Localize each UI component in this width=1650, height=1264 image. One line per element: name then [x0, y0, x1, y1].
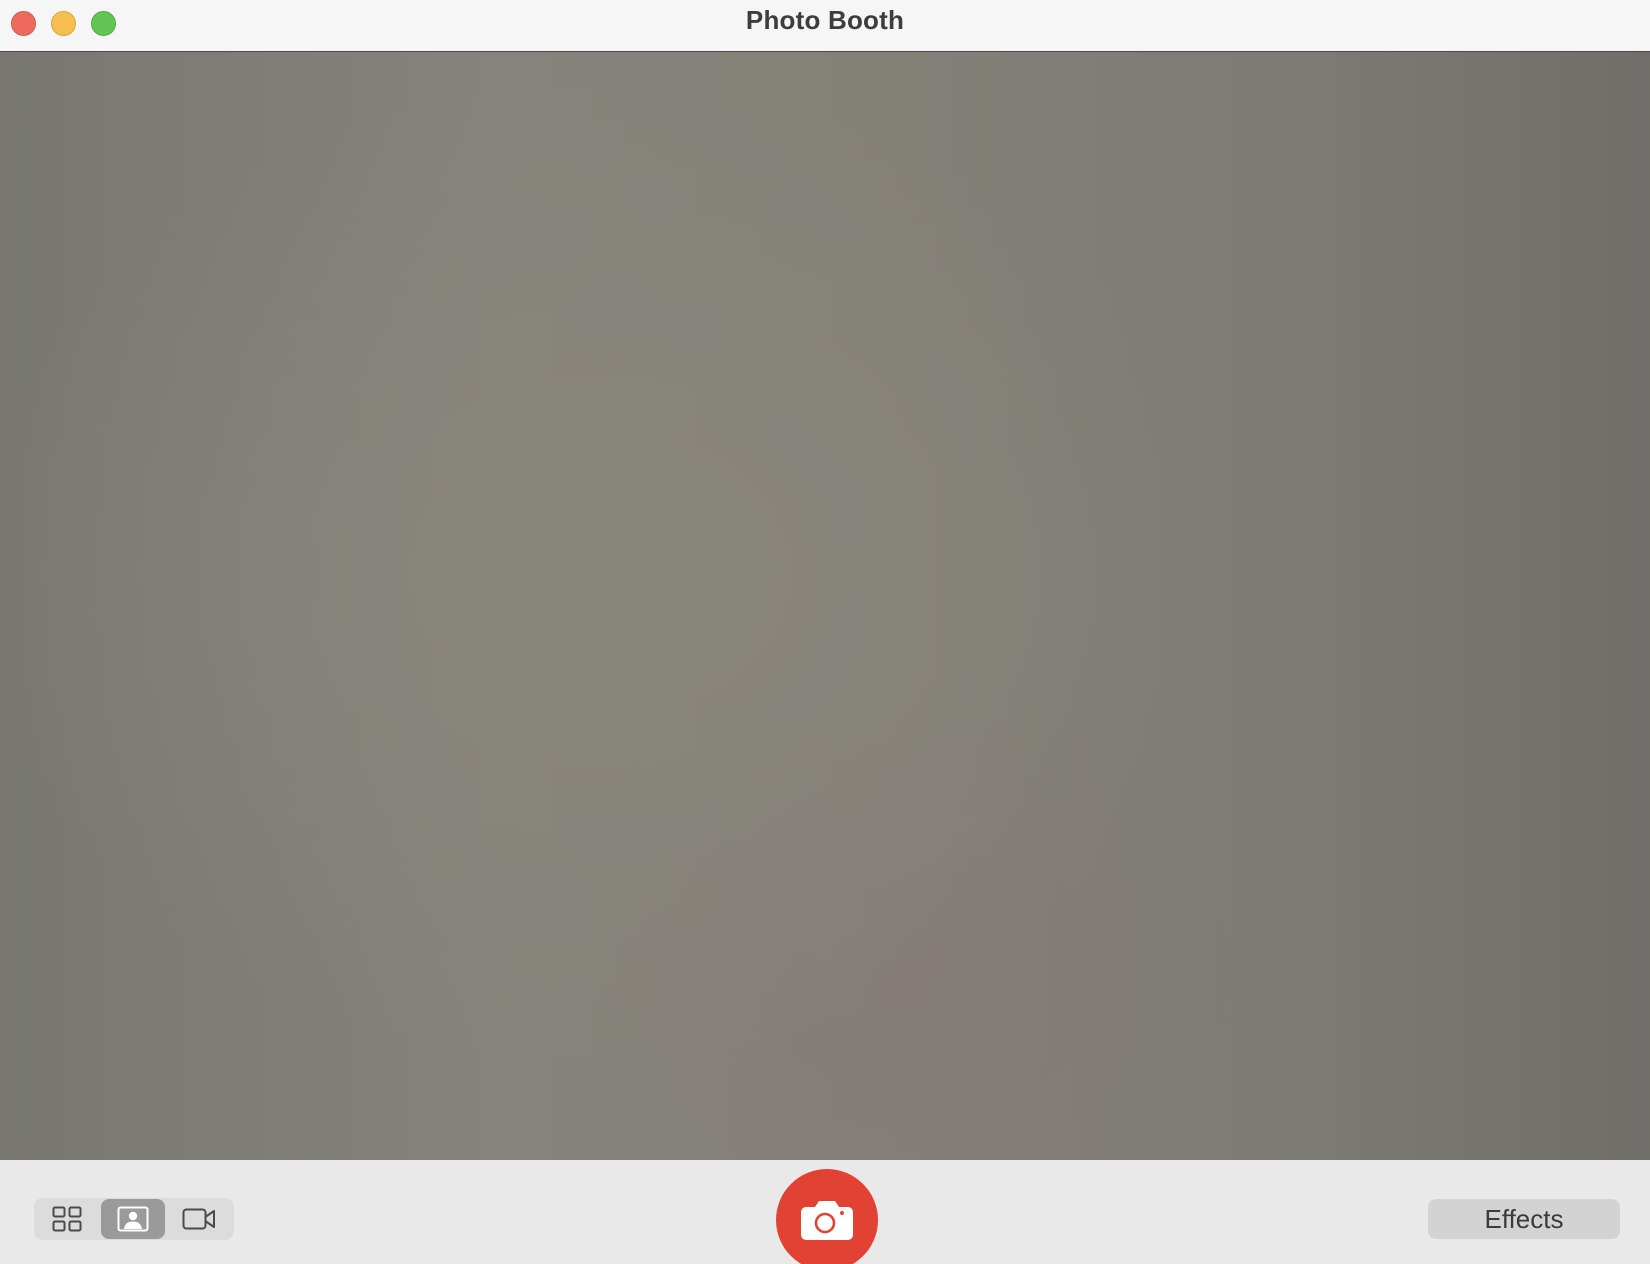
effects-button[interactable]: Effects: [1428, 1199, 1620, 1239]
window-title: Photo Booth: [745, 5, 905, 35]
photo-mode-button[interactable]: [101, 1199, 165, 1239]
take-photo-button[interactable]: [776, 1169, 878, 1264]
portrait-icon: [117, 1206, 149, 1232]
bottom-toolbar: Effects: [0, 1160, 1650, 1264]
grid-icon: [52, 1206, 82, 1232]
view-mode-segmented-control: [34, 1198, 234, 1240]
title-bar: Photo Booth: [0, 0, 1650, 52]
camera-preview: [0, 52, 1650, 1160]
grid-view-button[interactable]: [35, 1199, 99, 1239]
camera-icon: [801, 1201, 853, 1240]
video-camera-icon: [182, 1208, 215, 1230]
video-mode-button[interactable]: [167, 1199, 231, 1239]
photo-booth-window: Photo Booth Effects: [0, 0, 1650, 1264]
